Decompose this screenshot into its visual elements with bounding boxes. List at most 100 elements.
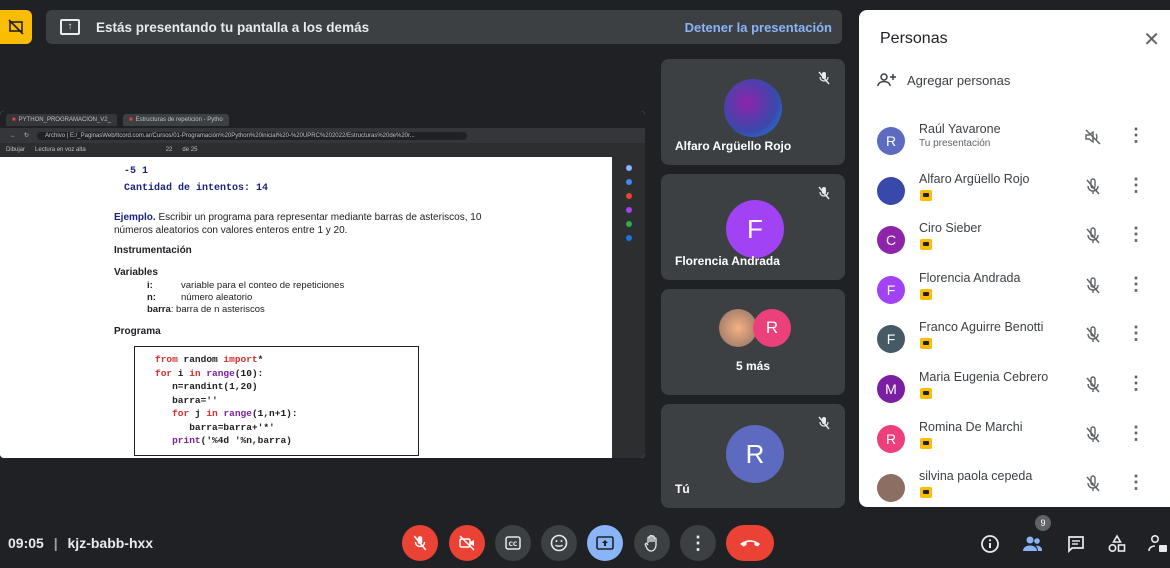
participant-name: Tú	[675, 482, 690, 496]
participant-name: Franco Aguirre Benotti	[919, 320, 1044, 335]
doc-heading: Instrumentación	[114, 245, 192, 256]
participant-avatar: F	[877, 325, 905, 354]
presentation-banner: ↑ Estás presentando tu pantalla a los de…	[46, 10, 842, 44]
more-options-button[interactable]: ⋮	[680, 525, 716, 561]
participant-list-item[interactable]: F Florencia Andrada ⋮	[859, 268, 1170, 316]
mic-off-icon[interactable]	[1083, 425, 1103, 445]
participant-tile[interactable]: F Florencia Andrada	[661, 174, 845, 280]
participant-avatar: R	[877, 424, 905, 453]
participant-name: Raúl Yavarone	[919, 122, 1001, 136]
leave-call-button[interactable]	[726, 525, 774, 561]
participant-list-item[interactable]: C Ciro Sieber ⋮	[859, 218, 1170, 266]
doc-var-row: i: variable para el conteo de repeticione…	[147, 280, 344, 291]
captions-button[interactable]: CC	[495, 525, 531, 561]
mic-off-icon[interactable]	[1083, 177, 1103, 197]
presenting-indicator[interactable]	[0, 10, 32, 44]
more-vert-icon[interactable]: ⋮	[1127, 274, 1145, 295]
sidebar-icon	[625, 179, 632, 185]
participant-name: Ciro Sieber	[919, 221, 982, 236]
mic-off-icon[interactable]	[1083, 276, 1103, 296]
participant-list-item[interactable]: Alfaro Argüello Rojo ⋮	[859, 169, 1170, 217]
code-text: from random import* for i in range(10): …	[155, 354, 298, 446]
pdf-toolbar: Dibujar Lectura en voz alta 22 de 25	[0, 143, 645, 157]
participant-name: Romina De Marchi	[919, 419, 1023, 434]
var-name: i:	[147, 280, 153, 291]
camera-toggle-button[interactable]	[449, 525, 485, 561]
emoji-icon	[550, 534, 568, 552]
var-name: barra	[147, 304, 171, 315]
close-icon[interactable]: ✕	[1143, 27, 1160, 52]
participant-list-item[interactable]: F Franco Aguirre Benotti ⋮	[859, 317, 1170, 365]
more-vert-icon[interactable]: ⋮	[1127, 323, 1145, 344]
pdf-icon: ■	[12, 116, 16, 123]
mic-off-icon[interactable]	[1083, 375, 1103, 395]
participant-list-item[interactable]: M Maria Eugenia Cebrero ⋮	[859, 367, 1170, 415]
activities-icon	[1108, 534, 1126, 553]
speaker-off-icon[interactable]	[1083, 127, 1103, 147]
presenting-badge-icon	[920, 239, 932, 251]
more-vert-icon[interactable]: ⋮	[1127, 224, 1145, 245]
present-now-button[interactable]	[587, 525, 623, 561]
url-text: E:/_PaginasWeb/ltcord.com.ar/Cursos/01-P…	[69, 132, 415, 139]
participant-tile[interactable]: Alfaro Argüello Rojo	[661, 59, 845, 165]
activities-button[interactable]	[1105, 532, 1129, 556]
more-vert-icon[interactable]: ⋮	[1127, 373, 1145, 394]
mic-toggle-button[interactable]	[402, 525, 438, 561]
meeting-code: kjz-babb-hxx	[67, 535, 154, 551]
shared-screen: ■ PYTHON_PROGRAMACION_V2_ ■ Estructuras de…	[0, 111, 645, 458]
panel-title: Personas	[880, 30, 948, 47]
browser-tab-active: ■ Estructuras de repetición - Pytho	[122, 113, 229, 126]
participant-avatar: R	[753, 309, 791, 347]
browser-sidebar	[612, 157, 645, 458]
reload-icon: ↻	[24, 133, 30, 139]
people-button[interactable]	[1021, 532, 1045, 556]
participant-list-item[interactable]: silvina paola cepeda ⋮	[859, 466, 1170, 514]
mic-off-icon[interactable]	[1083, 474, 1103, 494]
banner-text: Estás presentando tu pantalla a los demá…	[96, 19, 370, 35]
reactions-button[interactable]	[541, 525, 577, 561]
participant-list-item[interactable]: R Raúl Yavarone Tu presentación ⋮	[859, 119, 1170, 167]
sidebar-icon	[625, 165, 632, 171]
presenting-badge-icon	[920, 487, 932, 499]
camera-off-icon	[459, 535, 475, 551]
people-count-badge: 9	[1035, 515, 1051, 531]
meeting-info: 09:05 | kjz-babb-hxx	[8, 535, 153, 551]
pdf-page-total: de 25	[182, 147, 198, 153]
var-desc: : barra de n asteriscos	[170, 304, 265, 315]
clock: 09:05	[8, 535, 44, 551]
people-icon	[1023, 536, 1042, 551]
participant-avatar: F	[726, 200, 784, 258]
url-field: Archivo | E:/_PaginasWeb/ltcord.com.ar/C…	[37, 131, 468, 140]
separator: |	[53, 535, 58, 551]
participant-avatar: M	[877, 375, 905, 403]
browser-titlebar: ■ PYTHON_PROGRAMACION_V2_ ■ Estructuras de…	[0, 111, 645, 128]
doc-var-row: n: número aleatorio	[147, 292, 252, 303]
more-participants-tile[interactable]: R 5 más	[661, 289, 845, 395]
more-vert-icon[interactable]: ⋮	[1127, 423, 1145, 444]
mic-off-icon	[413, 535, 427, 551]
add-people-button[interactable]: Agregar personas	[877, 72, 1010, 88]
more-vert-icon[interactable]: ⋮	[1127, 125, 1145, 146]
chat-button[interactable]	[1064, 532, 1088, 556]
sidebar-icon	[625, 207, 632, 213]
participant-list-item[interactable]: R Romina De Marchi ⋮	[859, 417, 1170, 465]
draw-label: Dibujar	[6, 147, 26, 153]
host-controls-button[interactable]	[1146, 532, 1170, 556]
mic-off-icon[interactable]	[1083, 325, 1103, 345]
participant-subtitle: Tu presentación	[919, 138, 991, 149]
code-block: from random import* for i in range(10): …	[134, 346, 419, 456]
mic-off-icon[interactable]	[1083, 226, 1103, 246]
presenting-badge-icon	[920, 338, 932, 350]
stop-presenting-button[interactable]: Detener la presentación	[685, 20, 832, 35]
doc-line: Cantidad de intentos: 14	[124, 183, 269, 194]
meeting-details-button[interactable]	[978, 532, 1002, 556]
svg-text:CC: CC	[509, 541, 518, 548]
doc-line: -5 1	[124, 166, 149, 177]
more-vert-icon[interactable]: ⋮	[1127, 175, 1145, 196]
chat-icon	[1068, 536, 1084, 553]
more-vert-icon[interactable]: ⋮	[1127, 472, 1145, 493]
participant-name: Maria Eugenia Cebrero	[919, 370, 1049, 384]
var-desc: variable para el conteo de repeticiones	[181, 280, 345, 291]
self-tile[interactable]: R Tú	[661, 404, 845, 508]
raise-hand-button[interactable]	[634, 525, 670, 561]
